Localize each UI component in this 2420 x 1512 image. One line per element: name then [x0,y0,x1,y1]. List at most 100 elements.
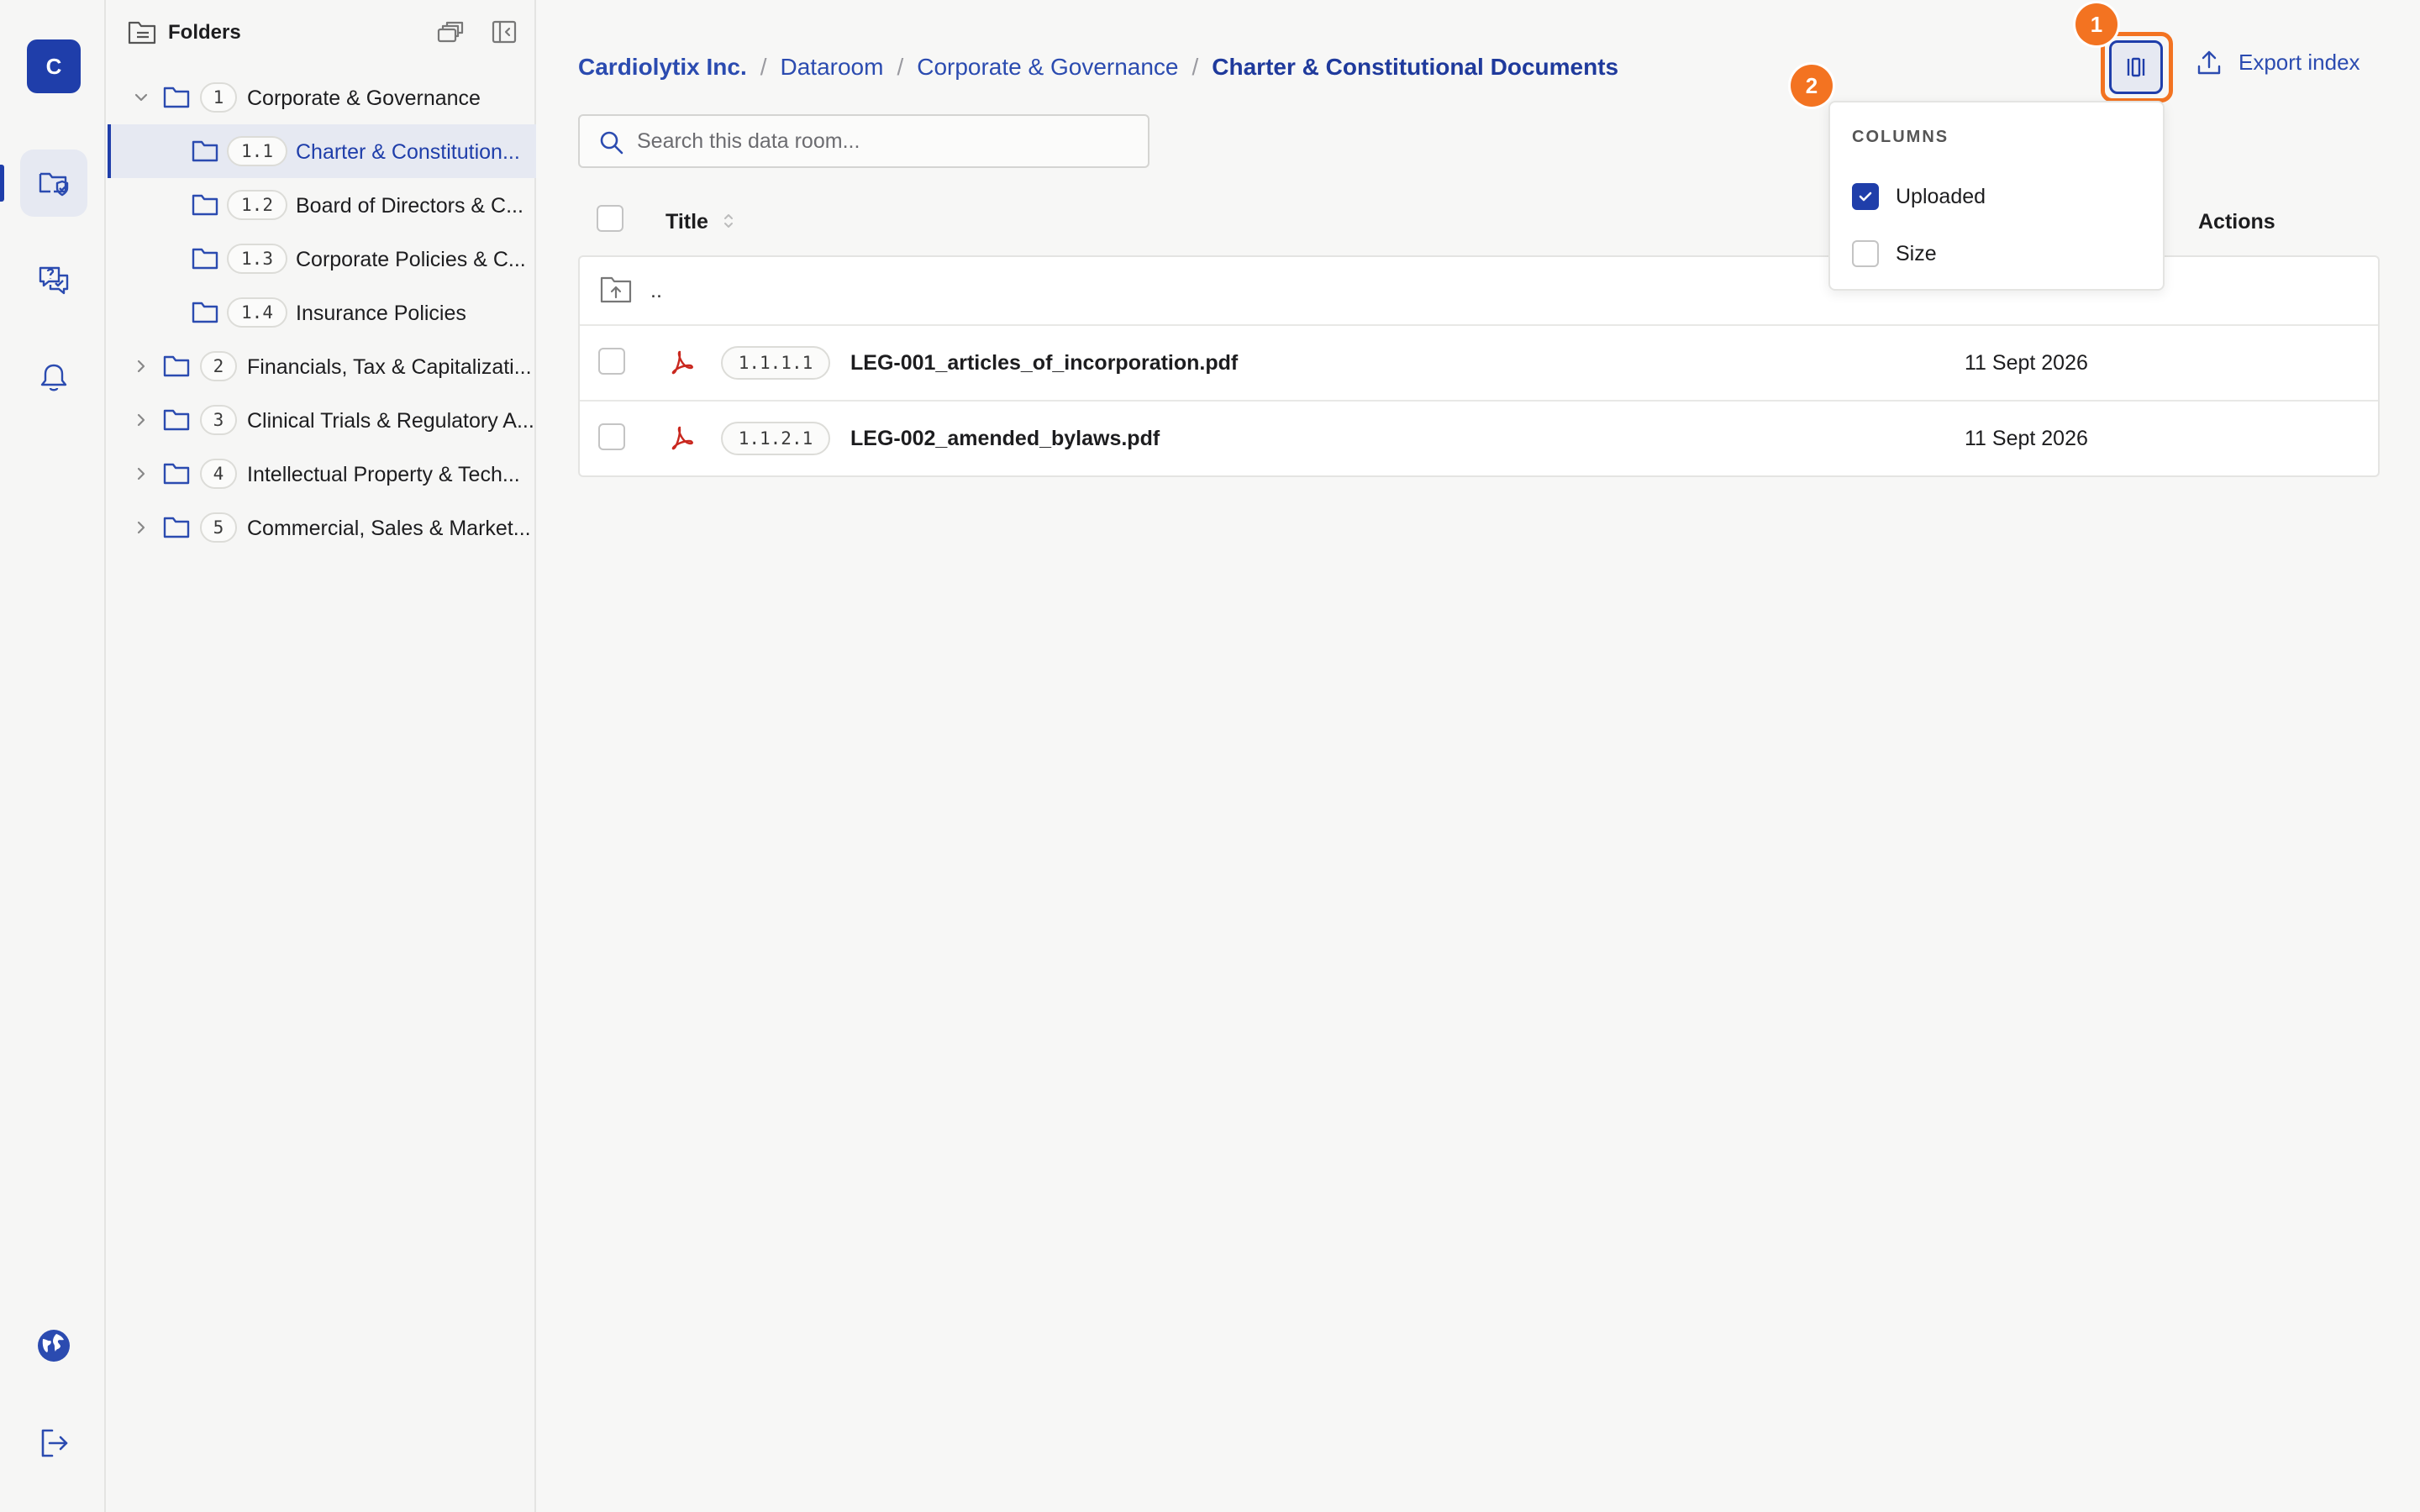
check-icon [1859,192,1872,202]
folder-icon [192,301,218,324]
column-option-uploaded[interactable]: Uploaded [1852,180,1986,213]
rail-qa-button[interactable] [20,247,87,314]
tree-item-label: Corporate Policies & C... [296,248,526,271]
columns-dropdown: COLUMNS Uploaded Size [1828,101,2165,291]
column-option-label: Uploaded [1896,184,1986,208]
upload-icon [2196,49,2222,76]
workspace-avatar[interactable]: C [27,39,81,93]
tree-item-label: Financials, Tax & Capitalizati... [247,355,532,379]
breadcrumb-current: Charter & Constitutional Documents [1212,54,1619,80]
tree-item-3[interactable]: 3 Clinical Trials & Regulatory A... [108,393,536,447]
bell-icon [37,361,71,395]
tree-item-label: Insurance Policies [296,302,466,325]
folder-icon [192,247,218,270]
folder-number: 1 [200,82,237,113]
folder-list-icon [128,20,156,45]
folder-number: 3 [200,405,237,435]
folder-number: 1.3 [227,244,287,274]
folder-icon [163,408,190,432]
tree-item-1[interactable]: 1 Corporate & Governance [108,71,536,124]
rail-notifications-button[interactable] [20,344,87,412]
sidebar-header: Folders [108,0,536,64]
search-input[interactable] [637,124,1133,158]
column-option-label: Size [1896,241,1937,265]
tree-item-1-4[interactable]: 1.4 Insurance Policies [108,286,536,339]
document-number: 1.1.1.1 [721,346,830,380]
chat-check-icon [37,264,71,297]
rail-active-indicator [0,165,4,202]
parent-folder-label: .. [650,279,662,302]
folder-number: 1.4 [227,297,287,328]
breadcrumb-folder[interactable]: Corporate & Governance [917,54,1178,81]
column-option-size[interactable]: Size [1852,237,1937,270]
row-checkbox[interactable] [598,423,625,450]
export-index-button[interactable]: Export index [2196,49,2360,76]
logout-icon [37,1426,71,1460]
tree-item-label: Corporate & Governance [247,87,481,110]
tree-item-2[interactable]: 2 Financials, Tax & Capitalizati... [108,339,536,393]
chevron-down-icon[interactable] [133,89,150,106]
step-badge-2: 2 [1791,65,1833,107]
breadcrumb-separator: / [1192,54,1199,80]
chevron-right-icon[interactable] [133,412,150,428]
folder-number: 2 [200,351,237,381]
step-badge-1: 1 [2075,3,2118,45]
document-name[interactable]: LEG-001_articles_of_incorporation.pdf [850,351,1238,375]
sidebar-title: Folders [168,21,241,44]
chevron-right-icon[interactable] [133,358,150,375]
tree-item-label: Clinical Trials & Regulatory A... [247,409,534,433]
folder-number: 5 [200,512,237,543]
columns-icon [2123,55,2149,80]
rail-dataroom-button[interactable] [20,150,87,217]
column-header-title[interactable]: Title [666,210,708,234]
breadcrumb-separator: / [760,54,767,80]
folder-icon [163,86,190,109]
breadcrumb-dataroom[interactable]: Dataroom [781,54,884,81]
document-name[interactable]: LEG-002_amended_bylaws.pdf [850,427,1160,451]
column-size-checkbox[interactable] [1852,240,1879,267]
chevron-right-icon[interactable] [133,465,150,482]
select-all-checkbox[interactable] [597,205,623,232]
chevron-right-icon[interactable] [133,519,150,536]
app-rail: C [0,0,106,1512]
rail-language-button[interactable] [20,1312,87,1379]
document-uploaded-date: 11 Sept 2026 [1965,427,2088,450]
folder-shield-icon [37,166,71,200]
row-checkbox[interactable] [598,348,625,375]
folder-icon [163,354,190,378]
rail-logout-button[interactable] [20,1410,87,1477]
tree-item-1-3[interactable]: 1.3 Corporate Policies & C... [108,232,536,286]
tree-item-label: Commercial, Sales & Market... [247,517,531,540]
folder-icon [192,139,218,163]
folder-icon [192,193,218,217]
columns-toggle-button[interactable] [2109,40,2163,94]
tree-item-1-1[interactable]: 1.1 Charter & Constitution... [108,124,536,178]
breadcrumb: Cardiolytix Inc. / Dataroom / Corporate … [578,54,1618,81]
columns-heading: COLUMNS [1852,128,1949,146]
folder-icon [163,462,190,486]
document-number: 1.1.2.1 [721,422,830,455]
folder-sidebar: Folders 1 Corporate & Governance 1.1 Cha… [108,0,536,1512]
table-row[interactable]: 1.1.1.1 LEG-001_articles_of_incorporatio… [580,324,2378,400]
search-box [578,114,1150,168]
search-icon [598,129,625,156]
folder-up-icon [600,276,632,304]
column-uploaded-checkbox[interactable] [1852,183,1879,210]
folder-icon [163,516,190,539]
tree-item-4[interactable]: 4 Intellectual Property & Tech... [108,447,536,501]
tree-item-1-2[interactable]: 1.2 Board of Directors & C... [108,178,536,232]
tree-item-label: Board of Directors & C... [296,194,523,218]
breadcrumb-company[interactable]: Cardiolytix Inc. [578,54,747,81]
table-row[interactable]: 1.1.2.1 LEG-002_amended_bylaws.pdf 11 Se… [580,400,2378,475]
globe-icon [35,1327,72,1364]
pdf-icon [669,425,694,450]
tree-item-label: Charter & Constitution... [296,140,520,164]
folder-number: 4 [200,459,237,489]
collapse-all-icon[interactable] [435,18,464,45]
column-header-actions: Actions [2198,210,2275,234]
breadcrumb-separator: / [897,54,904,80]
sort-icon[interactable] [723,211,734,231]
collapse-sidebar-icon[interactable] [491,18,518,45]
tree-item-5[interactable]: 5 Commercial, Sales & Market... [108,501,536,554]
folder-number: 1.2 [227,190,287,220]
